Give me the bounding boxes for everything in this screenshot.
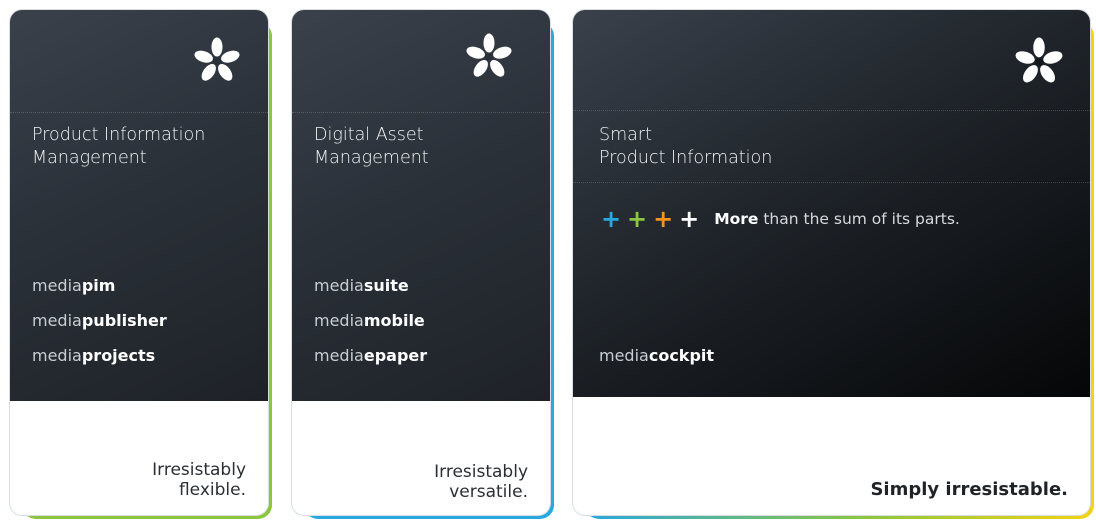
product-name: projects (81, 346, 156, 365)
card-dark-panel: Product Information Management mediapim … (10, 10, 268, 401)
divider (10, 112, 268, 113)
product-name: publisher (81, 311, 167, 330)
slogan-line: Simply irresistable. (870, 479, 1068, 500)
slogan-line: versatile. (449, 482, 528, 502)
card-body: Digital Asset Management mediasuite medi… (292, 10, 550, 515)
product-name: pim (81, 276, 116, 295)
title-line: Digital Asset (314, 125, 424, 145)
tagline: + + + + More than the sum of its parts. (601, 205, 960, 233)
card-title: Product Information Management (32, 124, 205, 170)
slogan-line: Irresistably (152, 460, 246, 480)
product-item: mediaprojects (32, 346, 167, 381)
card-title: Digital Asset Management (314, 124, 429, 170)
product-prefix: media (314, 346, 364, 365)
plus-icon: + (679, 205, 700, 233)
card-slogan: Simply irresistable. (870, 480, 1068, 500)
product-item: mediasuite (314, 276, 427, 311)
smart-pim-card: Smart Product Information + + + + More t… (573, 10, 1094, 519)
title-line: Management (314, 148, 429, 168)
product-item: mediaepaper (314, 346, 427, 381)
product-prefix: media (314, 276, 364, 295)
flower-logo-icon (194, 37, 240, 81)
flower-logo-icon (1015, 37, 1063, 83)
card-dark-panel: Smart Product Information + + + + More t… (573, 10, 1090, 397)
product-name: epaper (363, 346, 428, 365)
pim-card: Product Information Management mediapim … (10, 10, 272, 519)
card-body: Smart Product Information + + + + More t… (573, 10, 1090, 515)
slogan-line: Irresistably (434, 462, 528, 482)
product-name: cockpit (648, 346, 715, 365)
flower-logo-icon (466, 33, 512, 77)
product-list: mediacockpit (599, 346, 714, 381)
product-item: mediamobile (314, 311, 427, 346)
tagline-bold: More (714, 210, 759, 228)
card-dark-panel: Digital Asset Management mediasuite medi… (292, 10, 550, 401)
divider (573, 182, 1090, 183)
product-item: mediapublisher (32, 311, 167, 346)
product-prefix: media (314, 311, 364, 330)
card-body: Product Information Management mediapim … (10, 10, 268, 515)
card-slogan: Irresistably versatile. (434, 462, 528, 502)
title-line: Product Information (599, 148, 773, 168)
divider (573, 110, 1090, 111)
product-name: suite (363, 276, 409, 295)
product-prefix: media (599, 346, 649, 365)
product-prefix: media (32, 311, 82, 330)
divider (292, 112, 550, 113)
tagline-text: than the sum of its parts. (758, 210, 960, 228)
plus-icon: + (601, 205, 622, 233)
product-item: mediapim (32, 276, 167, 311)
title-line: Smart (599, 125, 652, 145)
card-title: Smart Product Information (599, 124, 772, 170)
title-line: Product Information (32, 125, 206, 145)
product-prefix: media (32, 276, 82, 295)
plus-icon: + (627, 205, 648, 233)
title-line: Management (32, 148, 147, 168)
product-list: mediapim mediapublisher mediaprojects (32, 276, 167, 381)
product-item: mediacockpit (599, 346, 714, 381)
dam-card: Digital Asset Management mediasuite medi… (292, 10, 554, 519)
product-name: mobile (363, 311, 425, 330)
slogan-line: flexible. (178, 480, 246, 500)
product-list: mediasuite mediamobile mediaepaper (314, 276, 427, 381)
plus-icon: + (653, 205, 674, 233)
card-slogan: Irresistably flexible. (152, 460, 246, 500)
product-prefix: media (32, 346, 82, 365)
